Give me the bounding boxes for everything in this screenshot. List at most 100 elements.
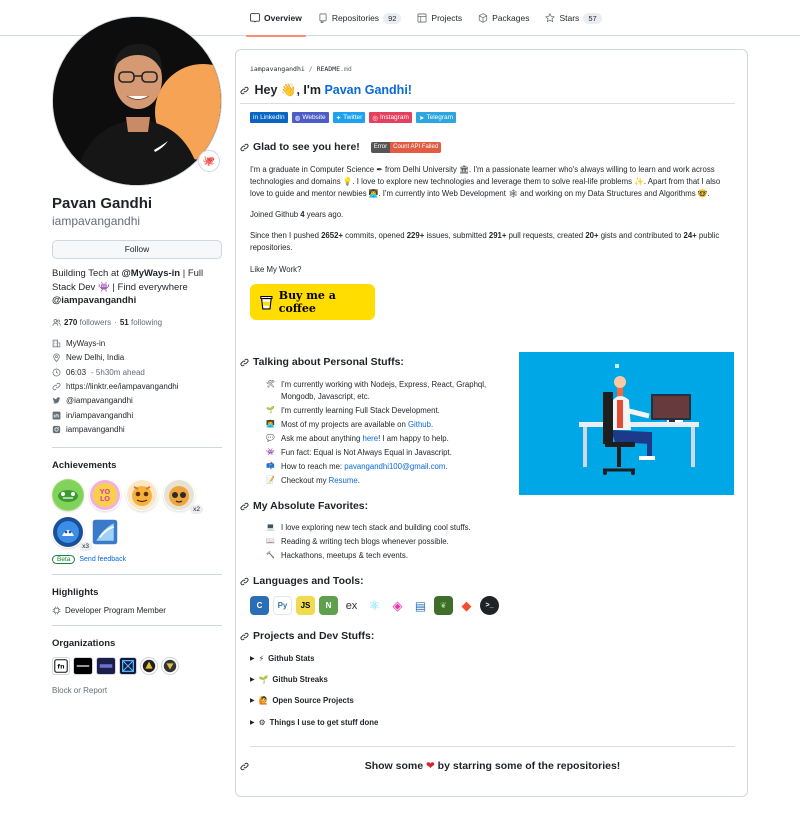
graphql-icon[interactable]: ◈	[388, 596, 407, 615]
python-icon[interactable]: Py	[273, 596, 292, 615]
tab-stars[interactable]: Stars 57	[537, 0, 609, 36]
things-i-use-toggle[interactable]: ▶ ⚙ Things I use to get stuff done	[250, 712, 378, 733]
heart-icon: ❤	[425, 760, 435, 772]
alien-monster-emoji: 👾	[266, 448, 275, 456]
local-time: 06:03	[66, 367, 87, 377]
github-link[interactable]: Github	[408, 420, 431, 429]
c-icon[interactable]: C	[250, 596, 269, 615]
detail-twitter[interactable]: @iampavangandhi	[52, 394, 222, 408]
tab-overview[interactable]: Overview	[242, 0, 310, 37]
org-avatar[interactable]: fn	[52, 656, 70, 675]
glad-heading: Glad to see you here! Error Count API Fai…	[240, 141, 442, 153]
org-avatar[interactable]	[140, 656, 158, 675]
tab-projects[interactable]: Projects	[409, 0, 470, 36]
nodejs-icon[interactable]: N	[319, 596, 338, 615]
coffee-cup-icon	[260, 295, 273, 309]
profile-details: MyWays-in New Delhi, India 06:03 - 5h30m…	[52, 337, 222, 437]
react-icon[interactable]: ⚛	[365, 596, 384, 615]
technologist-emoji: 👨‍💻	[266, 420, 275, 428]
achievement-pull-shark[interactable]	[52, 478, 84, 511]
anchor-link-icon[interactable]	[240, 577, 249, 586]
repo-icon	[319, 13, 327, 23]
item-text: I love exploring new tech stack and buil…	[281, 523, 471, 532]
heading-text: Languages and Tools:	[253, 575, 364, 587]
detail-instagram[interactable]: iampavangandhi	[52, 422, 222, 436]
achievement-starstruck[interactable]	[126, 479, 158, 511]
instagram-badge[interactable]: ◎ Instagram	[369, 112, 412, 123]
org-avatar[interactable]	[161, 656, 179, 675]
bio-org-link[interactable]: @MyWays-in	[122, 268, 181, 279]
database-icon[interactable]: ▤	[411, 596, 430, 615]
follow-button[interactable]: Follow	[52, 240, 222, 259]
seedling-emoji: 🌱	[258, 675, 269, 685]
badge-label: Telegram	[426, 114, 454, 121]
ask-here-link[interactable]: here	[362, 434, 378, 443]
org-avatar[interactable]	[119, 656, 137, 675]
projects-list: ▶ ⚡ Github Stats ▶ 🌱 Github Streaks ▶ 🙋 Open S…	[250, 648, 378, 733]
anchor-link-icon[interactable]	[240, 502, 249, 511]
avatar[interactable]	[52, 16, 222, 186]
anchor-link-icon[interactable]	[240, 143, 249, 152]
github-streaks-toggle[interactable]: ▶ 🌱 Github Streaks	[250, 669, 378, 690]
git-icon[interactable]: ◆	[457, 596, 476, 615]
badge-label: Twitter	[343, 114, 363, 121]
github-stats-toggle[interactable]: ▶ ⚡ Github Stats	[250, 648, 378, 669]
crumb-file[interactable]: README	[317, 65, 340, 73]
bio-handle-link[interactable]: @iampavangandhi	[52, 295, 136, 306]
detail-website[interactable]: https://linktr.ee/iampavangandhi	[52, 379, 222, 393]
twitter-link[interactable]: @iampavangandhi	[66, 396, 133, 405]
following-link[interactable]: 51 following	[120, 318, 162, 327]
express-icon[interactable]: ex	[342, 596, 361, 615]
detail-company: MyWays-in	[52, 337, 222, 351]
anchor-link-icon[interactable]	[240, 358, 249, 367]
svg-text:fn: fn	[57, 663, 64, 670]
bio-emoji: 👾	[97, 281, 110, 293]
achievement-arctic-code-vault[interactable]: x3	[52, 516, 92, 551]
anchor-link-icon[interactable]	[240, 86, 249, 95]
status-emoji[interactable]: 🐙	[198, 150, 220, 172]
achievement-pair-extraordinaire[interactable]: x2	[163, 479, 203, 514]
anchor-link-icon[interactable]	[240, 632, 249, 641]
package-icon	[479, 13, 488, 23]
linkedin-link[interactable]: in/iampavangandhi	[66, 411, 133, 420]
twitter-badge[interactable]: ✦ Twitter	[332, 112, 366, 123]
star-icon	[545, 13, 556, 23]
tab-repositories[interactable]: Repositories 92	[310, 0, 410, 36]
block-or-report-link[interactable]: Block or Report	[52, 686, 222, 695]
achievement-yolo[interactable]: YO LO	[89, 479, 121, 511]
joined-text: years ago.	[304, 210, 344, 219]
tab-packages[interactable]: Packages	[470, 0, 537, 36]
list-item: 👾 Fun fact: Equal is Not Always Equal in …	[266, 447, 491, 459]
profile-tabs: Overview Repositories 92 Projects Packag…	[242, 0, 610, 37]
javascript-icon[interactable]: JS	[296, 596, 315, 615]
item-text: .	[430, 419, 434, 429]
linkedin-badge[interactable]: in LinkedIn	[250, 112, 288, 123]
footer-text: by starring some of the repositories!	[434, 760, 621, 772]
org-avatar[interactable]	[96, 656, 116, 675]
send-feedback-link[interactable]: Send feedback	[79, 556, 126, 563]
greeting-name-link[interactable]: Pavan Gandhi!	[324, 83, 412, 97]
open-source-projects-toggle[interactable]: ▶ 🙋 Open Source Projects	[250, 690, 378, 711]
followers-link[interactable]: 270 followers	[64, 318, 111, 327]
favorites-heading: My Absolute Favorites:	[240, 500, 368, 512]
org-avatar[interactable]	[73, 656, 93, 675]
gists-count: 20+	[585, 231, 599, 240]
detail-linkedin[interactable]: in/iampavangandhi	[52, 408, 222, 422]
mongodb-icon[interactable]: ❦	[434, 596, 453, 615]
achievement-quickdraw[interactable]	[89, 516, 121, 548]
terminal-icon[interactable]: >_	[480, 596, 499, 615]
achievements-heading: Achievements	[52, 459, 117, 471]
website-link[interactable]: https://linktr.ee/iampavangandhi	[66, 382, 179, 391]
buy-me-a-coffee-button[interactable]: Buy me a coffee	[250, 284, 375, 320]
beta-label: Beta	[52, 554, 76, 564]
email-link[interactable]: pavangandhi100@gmail.com	[344, 462, 445, 471]
tab-label: Overview	[264, 13, 302, 23]
readme-card: iampavangandhi / README.md Hey 👋, I'm Pa…	[235, 49, 748, 797]
talking-heading: Talking about Personal Stuffs:	[240, 356, 404, 368]
instagram-link[interactable]: iampavangandhi	[66, 425, 125, 434]
crumb-user[interactable]: iampavangandhi	[250, 65, 305, 73]
website-badge[interactable]: ◍ Website	[291, 112, 329, 123]
telegram-badge[interactable]: ➤ Telegram	[415, 112, 457, 123]
resume-link[interactable]: Resume	[329, 476, 358, 485]
tab-label: Repositories	[331, 13, 380, 23]
